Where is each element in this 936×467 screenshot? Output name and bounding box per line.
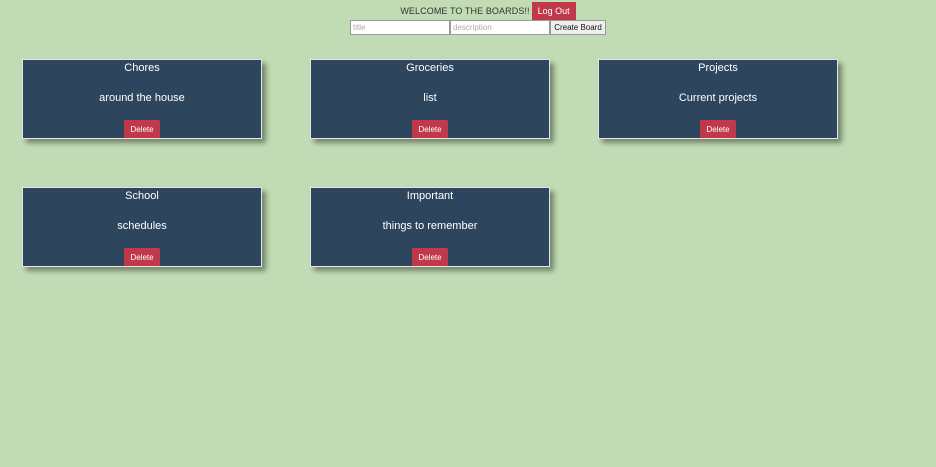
- delete-board-button[interactable]: Delete: [412, 120, 448, 138]
- create-board-button[interactable]: Create Board: [550, 20, 606, 35]
- board-description: Current projects: [678, 92, 758, 104]
- board-card-important: Important things to remember Delete: [310, 187, 550, 267]
- board-description: schedules: [117, 220, 167, 232]
- board-description: list: [423, 92, 437, 104]
- delete-board-button[interactable]: Delete: [124, 120, 160, 138]
- board-title: Projects: [698, 62, 738, 74]
- board-title: School: [125, 190, 159, 202]
- title-input[interactable]: [350, 20, 450, 35]
- logout-button[interactable]: Log Out: [531, 2, 576, 20]
- board-card-projects: Projects Current projects Delete: [598, 59, 838, 139]
- delete-board-button[interactable]: Delete: [700, 120, 736, 138]
- board-title: Groceries: [406, 62, 454, 74]
- delete-board-button[interactable]: Delete: [412, 248, 448, 266]
- description-input[interactable]: [450, 20, 550, 35]
- board-card-school: School schedules Delete: [22, 187, 262, 267]
- welcome-message: WELCOME TO THE BOARDS!!: [400, 6, 530, 16]
- board-title: Important: [406, 190, 454, 202]
- board-card-groceries: Groceries list Delete: [310, 59, 550, 139]
- create-board-form: Create Board: [350, 20, 606, 35]
- board-description: around the house: [99, 92, 185, 104]
- page-header: WELCOME TO THE BOARDS!! Log Out: [0, 2, 936, 20]
- board-card-chores: Chores around the house Delete: [22, 59, 262, 139]
- board-title: Chores: [124, 62, 160, 74]
- board-description: things to remember: [382, 220, 478, 232]
- delete-board-button[interactable]: Delete: [124, 248, 160, 266]
